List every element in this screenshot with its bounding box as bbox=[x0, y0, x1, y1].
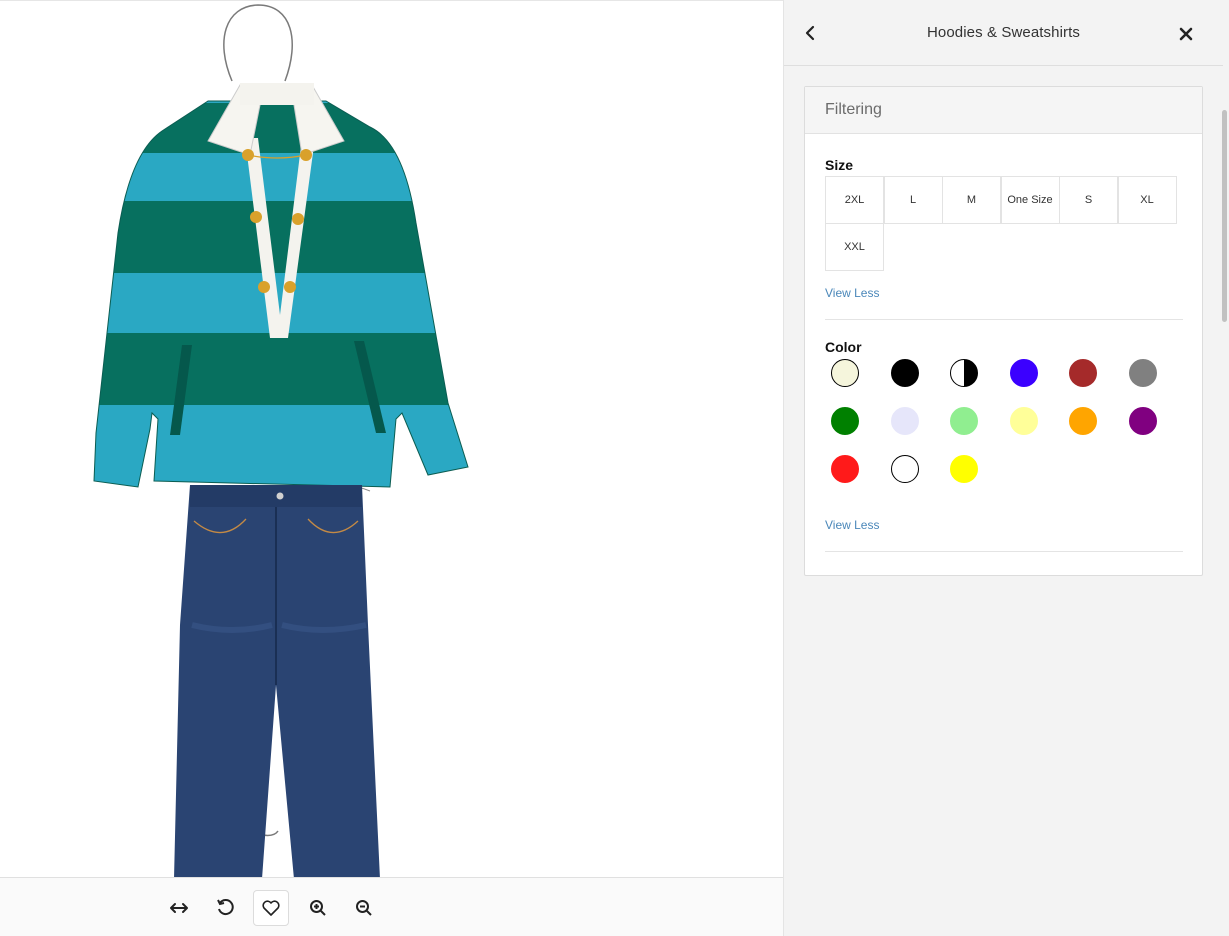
scrollbar[interactable] bbox=[1222, 110, 1227, 322]
size-option[interactable]: XXL bbox=[825, 223, 884, 271]
filter-panel: Hoodies & Sweatshirts Filtering Size 2XL… bbox=[783, 0, 1229, 936]
color-swatch[interactable] bbox=[890, 407, 919, 435]
heart-icon bbox=[262, 900, 280, 916]
panel-header: Hoodies & Sweatshirts bbox=[784, 0, 1223, 66]
color-swatch[interactable] bbox=[1009, 359, 1038, 387]
size-option[interactable]: One Size bbox=[1000, 176, 1060, 224]
color-swatch[interactable] bbox=[950, 455, 978, 483]
color-swatch[interactable] bbox=[890, 455, 919, 483]
color-swatch[interactable] bbox=[1069, 359, 1097, 387]
color-view-less-link[interactable]: View Less bbox=[825, 518, 879, 532]
color-swatch[interactable] bbox=[1009, 407, 1038, 435]
color-swatch[interactable] bbox=[831, 407, 859, 435]
outfit-canvas[interactable] bbox=[0, 0, 783, 878]
color-swatch[interactable] bbox=[831, 359, 859, 387]
size-option[interactable]: M bbox=[942, 176, 1001, 224]
fit-width-icon bbox=[170, 903, 188, 913]
color-swatch[interactable] bbox=[1069, 407, 1097, 435]
color-swatch[interactable] bbox=[950, 359, 978, 387]
back-arrow-icon[interactable] bbox=[800, 22, 820, 44]
canvas-toolbar bbox=[0, 877, 783, 936]
color-swatch[interactable] bbox=[950, 407, 978, 435]
zoom-out-button[interactable] bbox=[346, 890, 382, 926]
color-swatch[interactable] bbox=[1128, 359, 1157, 387]
size-section: Size 2XL L M One Size S XL XXL View Less bbox=[825, 157, 1183, 307]
divider bbox=[825, 551, 1183, 552]
color-swatch[interactable] bbox=[1128, 407, 1157, 435]
sweatshirt-image[interactable] bbox=[90, 83, 470, 493]
jeans-image[interactable] bbox=[172, 485, 382, 878]
color-swatch-grid bbox=[825, 339, 1183, 499]
size-title: Size bbox=[825, 157, 854, 173]
size-option[interactable]: XL bbox=[1117, 176, 1177, 224]
panel-title: Hoodies & Sweatshirts bbox=[926, 24, 1080, 41]
color-swatch[interactable] bbox=[890, 359, 919, 387]
filter-heading: Filtering bbox=[805, 87, 1202, 134]
size-view-less-link[interactable]: View Less bbox=[825, 286, 879, 300]
size-option[interactable]: L bbox=[883, 176, 943, 224]
zoom-in-icon bbox=[310, 900, 326, 916]
undo-button[interactable] bbox=[207, 890, 243, 926]
size-option[interactable]: S bbox=[1059, 176, 1118, 224]
close-icon[interactable] bbox=[1177, 25, 1195, 43]
divider bbox=[825, 319, 1183, 320]
fit-width-button[interactable] bbox=[161, 890, 197, 926]
outfit-builder: Hoodies & Sweatshirts Filtering Size 2XL… bbox=[0, 0, 1229, 936]
color-section: Color View Less bbox=[825, 339, 1183, 539]
favorite-button[interactable] bbox=[253, 890, 289, 926]
size-option[interactable]: 2XL bbox=[825, 176, 884, 224]
undo-icon bbox=[217, 899, 234, 916]
zoom-out-icon bbox=[356, 900, 372, 916]
filter-card: Filtering Size 2XL L M One Size S XL XXL View … bbox=[804, 86, 1203, 576]
color-swatch[interactable] bbox=[831, 455, 859, 483]
zoom-in-button[interactable] bbox=[300, 890, 336, 926]
